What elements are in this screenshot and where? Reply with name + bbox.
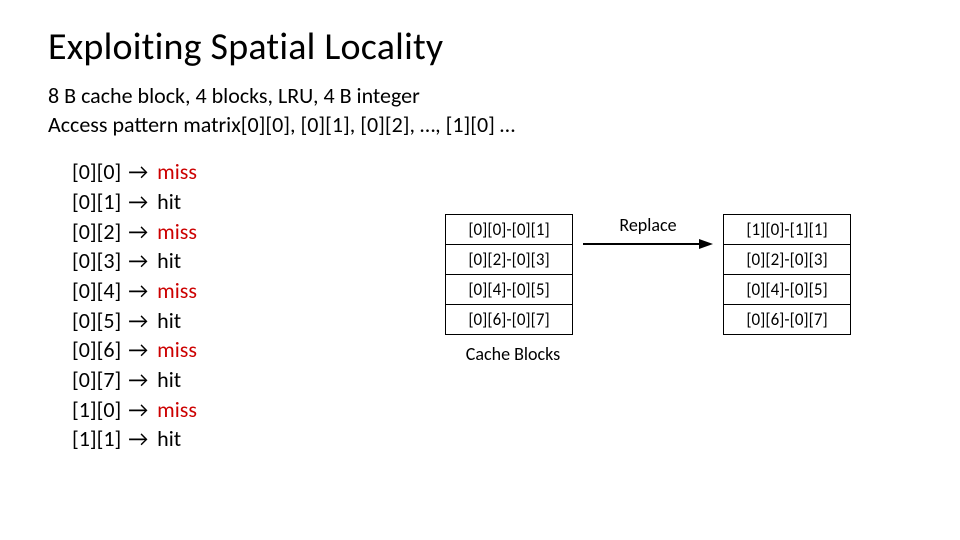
access-index: [1][1]	[72, 425, 126, 452]
arrow-icon: →	[126, 396, 152, 423]
cache-after-row: [0][4]-[0][5]	[724, 275, 851, 305]
subtitle-line-1: 8 B cache block, 4 blocks, LRU, 4 B inte…	[48, 82, 912, 111]
access-row: [1][0] → miss	[72, 395, 912, 425]
access-index: [0][6]	[72, 336, 126, 363]
cache-after-table: [1][0]-[1][1][0][2]-[0][3][0][4]-[0][5][…	[723, 214, 851, 335]
cache-before-cell: [0][6]-[0][7]	[446, 305, 573, 335]
access-row: [1][1] → hit	[72, 424, 912, 454]
arrow-icon: →	[126, 218, 152, 245]
cache-before-row: [0][2]-[0][3]	[446, 245, 573, 275]
arrow-icon: →	[126, 277, 152, 304]
access-index: [0][5]	[72, 307, 126, 334]
cache-after-cell: [0][4]-[0][5]	[724, 275, 851, 305]
cache-before-row: [0][4]-[0][5]	[446, 275, 573, 305]
subtitle-line-2: Access pattern matrix[0][0], [0][1], [0]…	[48, 111, 912, 140]
access-result-hit: hit	[152, 247, 181, 274]
access-row: [0][0] → miss	[72, 157, 912, 187]
cache-after-cell: [0][6]-[0][7]	[724, 305, 851, 335]
replace-arrow-group: Replace	[583, 214, 713, 250]
access-index: [0][7]	[72, 366, 126, 393]
access-row: [0][7] → hit	[72, 365, 912, 395]
arrow-icon: →	[126, 425, 152, 452]
access-result-miss: miss	[152, 336, 197, 363]
access-index: [0][3]	[72, 247, 126, 274]
cache-before-row: [0][6]-[0][7]	[446, 305, 573, 335]
cache-before-cell: [0][4]-[0][5]	[446, 275, 573, 305]
arrow-icon: →	[126, 158, 152, 185]
access-result-hit: hit	[152, 307, 181, 334]
access-index: [1][0]	[72, 396, 126, 423]
access-index: [0][2]	[72, 218, 126, 245]
arrow-icon: →	[126, 188, 152, 215]
access-result-miss: miss	[152, 218, 197, 245]
cache-before-cell: [0][0]-[0][1]	[446, 215, 573, 245]
cache-after-row: [0][2]-[0][3]	[724, 245, 851, 275]
access-result-hit: hit	[152, 425, 181, 452]
cache-before-cell: [0][2]-[0][3]	[446, 245, 573, 275]
cache-after-row: [0][6]-[0][7]	[724, 305, 851, 335]
access-result-miss: miss	[152, 277, 197, 304]
replace-label: Replace	[619, 214, 676, 236]
cache-after-row: [1][0]-[1][1]	[724, 215, 851, 245]
access-result-miss: miss	[152, 396, 197, 423]
arrow-icon: →	[126, 307, 152, 334]
arrow-icon: →	[126, 336, 152, 363]
arrow-icon: →	[126, 247, 152, 274]
access-index: [0][1]	[72, 188, 126, 215]
arrow-icon: →	[126, 366, 152, 393]
access-index: [0][0]	[72, 158, 126, 185]
replace-arrow-icon	[583, 238, 713, 250]
slide-subtitle: 8 B cache block, 4 blocks, LRU, 4 B inte…	[48, 82, 912, 139]
access-result-miss: miss	[152, 158, 197, 185]
slide-title: Exploiting Spatial Locality	[48, 24, 912, 70]
access-index: [0][4]	[72, 277, 126, 304]
cache-after-cell: [0][2]-[0][3]	[724, 245, 851, 275]
access-result-hit: hit	[152, 366, 181, 393]
cache-before-table: [0][0]-[0][1][0][2]-[0][3][0][4]-[0][5][…	[445, 214, 573, 335]
slide: Exploiting Spatial Locality 8 B cache bl…	[0, 0, 960, 540]
cache-after-cell: [1][0]-[1][1]	[724, 215, 851, 245]
cache-before-row: [0][0]-[0][1]	[446, 215, 573, 245]
access-row: [0][1] → hit	[72, 187, 912, 217]
access-result-hit: hit	[152, 188, 181, 215]
cache-blocks-label: Cache Blocks	[466, 343, 560, 365]
cache-diagram: [0][0]-[0][1][0][2]-[0][3][0][4]-[0][5][…	[445, 214, 945, 365]
